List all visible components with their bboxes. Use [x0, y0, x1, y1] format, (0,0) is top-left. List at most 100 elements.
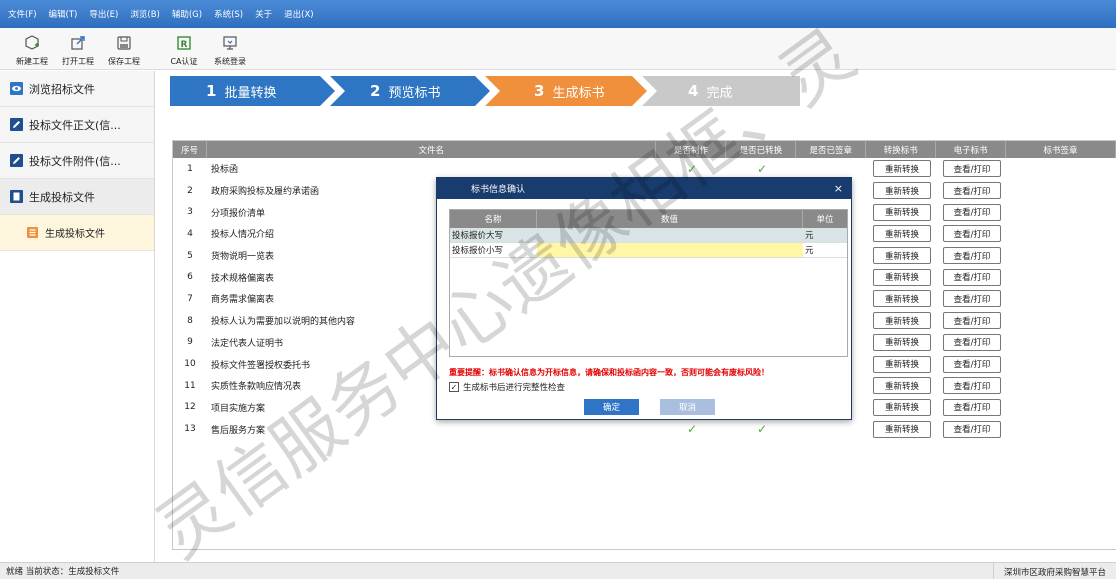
dialog-table-header: 名称 数值 单位	[450, 210, 847, 228]
view-print-button[interactable]: 查看/打印	[943, 355, 1001, 373]
ca-auth-button[interactable]: R CA认证	[162, 32, 206, 67]
step-1[interactable]: 1 批量转换	[206, 76, 276, 106]
row-filename: 售后服务方案	[211, 425, 266, 436]
sidebar-item-1[interactable]: 浏览招标文件	[0, 71, 154, 107]
row-number: 2	[187, 185, 193, 196]
reconvert-button[interactable]: 重新转换	[873, 355, 931, 373]
sidebar-item-label: 生成投标文件	[45, 229, 105, 240]
convert-cell: 重新转换	[867, 312, 937, 330]
reconvert-button[interactable]: 重新转换	[873, 312, 931, 330]
view-print-button[interactable]: 查看/打印	[943, 290, 1001, 308]
toolbar: 新建工程 打开工程 保存工程 R CA认证 系统登录	[0, 28, 1116, 70]
view-print-button[interactable]: 查看/打印	[943, 247, 1001, 265]
view-print-button[interactable]: 查看/打印	[943, 420, 1001, 438]
checkmark-icon: ✓	[686, 422, 698, 437]
view-print-button[interactable]: 查看/打印	[943, 398, 1001, 416]
view-print-button[interactable]: 查看/打印	[943, 182, 1001, 200]
ok-button[interactable]: 确定	[584, 399, 639, 415]
reconvert-button[interactable]: 重新转换	[873, 377, 931, 395]
menu-item-4[interactable]: 浏览(B)	[130, 8, 159, 20]
step-3[interactable]: 3 生成标书	[534, 76, 604, 106]
reconvert-button[interactable]: 重新转换	[873, 398, 931, 416]
reconvert-button[interactable]: 重新转换	[873, 247, 931, 265]
col-ebid: 电子标书	[936, 141, 1007, 158]
convert-cell: 重新转换	[867, 203, 937, 221]
reconvert-button[interactable]: 重新转换	[873, 290, 931, 308]
view-print-button[interactable]: 查看/打印	[943, 225, 1001, 243]
toolbar-label: 系统登录	[214, 57, 246, 66]
col-sign: 标书签章	[1006, 141, 1116, 158]
dialog-row-lowercase: 投标报价小写 元	[450, 243, 847, 258]
system-login-icon	[222, 35, 238, 53]
price-uppercase-field[interactable]	[537, 228, 803, 242]
price-lowercase-field[interactable]	[537, 243, 803, 257]
reconvert-button[interactable]: 重新转换	[873, 160, 931, 178]
integrity-checkbox[interactable]: ✓	[449, 382, 459, 392]
cancel-button[interactable]: 取消	[660, 399, 715, 415]
step-2[interactable]: 2 预览标书	[370, 76, 440, 106]
row-number: 1	[187, 163, 193, 174]
view-print-button[interactable]: 查看/打印	[943, 312, 1001, 330]
convert-cell: 重新转换	[867, 268, 937, 286]
row-number: 10	[184, 359, 196, 370]
view-cell: 查看/打印	[937, 247, 1007, 265]
toolbar-label: 打开工程	[62, 57, 94, 66]
sidebar-item-label: 投标文件正文(信...	[29, 118, 121, 132]
row-number: 12	[184, 402, 196, 413]
svg-text:R: R	[181, 40, 188, 50]
new-project-button[interactable]: 新建工程	[10, 32, 54, 67]
col-converted: 是否已转换	[726, 141, 797, 158]
step-4[interactable]: 4 完成	[688, 76, 732, 106]
reconvert-button[interactable]: 重新转换	[873, 333, 931, 351]
col-made: 是否制作	[656, 141, 727, 158]
menu-item-6[interactable]: 系统(S)	[214, 8, 243, 20]
reconvert-button[interactable]: 重新转换	[873, 182, 931, 200]
sidebar-item-2[interactable]: 投标文件正文(信...	[0, 107, 154, 143]
dialog-row-unit: 元	[805, 231, 814, 241]
table-header: 序号 文件名 是否制作 是否已转换 是否已签章 转换标书 电子标书 标书签章	[173, 141, 1116, 158]
view-cell: 查看/打印	[937, 225, 1007, 243]
edit-icon	[10, 118, 29, 131]
menu-item-7[interactable]: 关于	[255, 8, 272, 20]
reconvert-button[interactable]: 重新转换	[873, 420, 931, 438]
view-print-button[interactable]: 查看/打印	[943, 333, 1001, 351]
menu-item-1[interactable]: 文件(F)	[8, 8, 37, 20]
col-filename: 文件名	[207, 141, 657, 158]
menu-item-8[interactable]: 退出(X)	[284, 8, 313, 20]
view-print-button[interactable]: 查看/打印	[943, 203, 1001, 221]
reconvert-button[interactable]: 重新转换	[873, 268, 931, 286]
step-wizard: 1 批量转换 2 预览标书 3 生成标书 4 完成	[170, 76, 810, 106]
view-print-button[interactable]: 查看/打印	[943, 160, 1001, 178]
toolbar-label: CA认证	[170, 57, 198, 66]
view-print-button[interactable]: 查看/打印	[943, 377, 1001, 395]
toolbar-label: 新建工程	[16, 57, 48, 66]
integrity-check-option[interactable]: ✓ 生成标书后进行完整性检查	[449, 381, 565, 393]
convert-cell: 重新转换	[867, 355, 937, 373]
view-cell: 查看/打印	[937, 160, 1007, 178]
convert-cell: 重新转换	[867, 377, 937, 395]
dialog-col-value: 数值	[537, 210, 803, 228]
reconvert-button[interactable]: 重新转换	[873, 225, 931, 243]
bid-info-dialog: 标书信息确认 × 名称 数值 单位 投标报价大写 元 投标报价小写 元 重要提醒…	[436, 177, 852, 420]
sidebar-item-5[interactable]: 生成投标文件	[0, 215, 154, 251]
view-print-button[interactable]: 查看/打印	[943, 268, 1001, 286]
row-number: 7	[187, 293, 193, 304]
sidebar-item-4[interactable]: 生成投标文件	[0, 179, 154, 215]
ca-auth-icon: R	[176, 35, 192, 53]
open-project-button[interactable]: 打开工程	[56, 32, 100, 67]
menu-item-2[interactable]: 编辑(T)	[49, 8, 78, 20]
reconvert-button[interactable]: 重新转换	[873, 203, 931, 221]
menu-item-5[interactable]: 辅助(G)	[172, 8, 202, 20]
save-project-button[interactable]: 保存工程	[102, 32, 146, 67]
convert-cell: 重新转换	[867, 247, 937, 265]
view-cell: 查看/打印	[937, 290, 1007, 308]
menu-item-3[interactable]: 导出(E)	[89, 8, 118, 20]
sidebar-item-label: 浏览招标文件	[29, 82, 95, 96]
view-cell: 查看/打印	[937, 377, 1007, 395]
system-login-button[interactable]: 系统登录	[208, 32, 252, 67]
close-icon[interactable]: ×	[834, 182, 843, 195]
sidebar-item-3[interactable]: 投标文件附件(信...	[0, 143, 154, 179]
view-cell: 查看/打印	[937, 355, 1007, 373]
row-number: 9	[187, 337, 193, 348]
table-row: 13 售后服务方案 ✓ ✓ 重新转换 查看/打印	[173, 418, 1116, 440]
